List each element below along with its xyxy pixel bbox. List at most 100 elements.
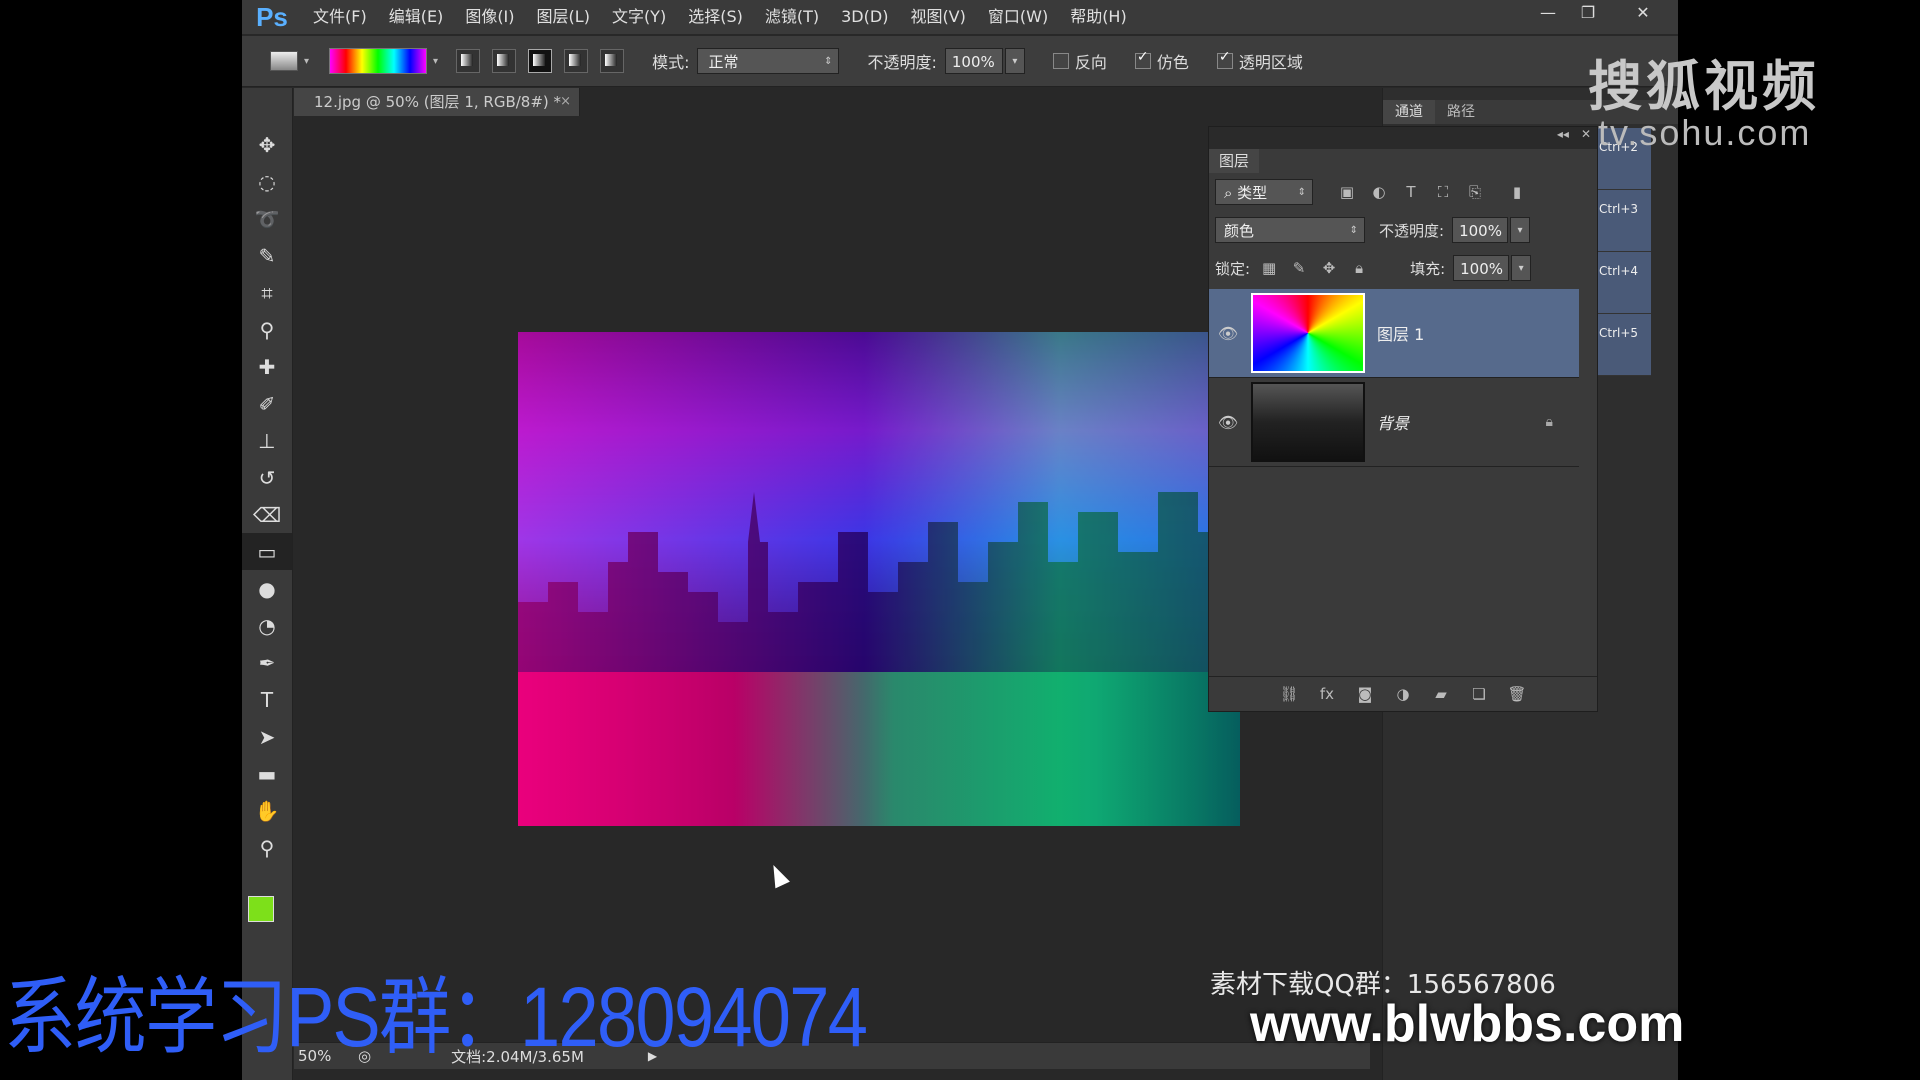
eye-icon[interactable]: 👁︎	[1209, 324, 1247, 343]
chevron-down-icon[interactable]: ▾	[433, 56, 438, 67]
lock-position-icon[interactable]: ✥	[1318, 257, 1340, 279]
type-tool-icon[interactable]: T	[242, 681, 292, 718]
mode-label: 模式:	[652, 53, 690, 72]
reflected-gradient-button[interactable]	[564, 49, 589, 73]
gradient-editor-swatch[interactable]	[329, 48, 428, 74]
layer-name[interactable]: 图层 1	[1377, 321, 1424, 345]
layer-thumbnail[interactable]	[1251, 382, 1365, 462]
mode-value: 正常	[708, 53, 739, 71]
channel-shortcut[interactable]: Ctrl+4	[1593, 252, 1651, 314]
eye-icon[interactable]: 👁︎	[1209, 413, 1247, 432]
close-icon[interactable]: ✕	[1581, 127, 1591, 149]
new-group-icon[interactable]: ▰	[1422, 685, 1460, 703]
city-photo-canvas[interactable]	[518, 332, 1240, 826]
layer-filter-select[interactable]: ⌕ 类型 ⇕	[1215, 179, 1313, 205]
foreground-color-swatch[interactable]	[248, 896, 274, 922]
menu-3d[interactable]: 3D(D)	[830, 0, 899, 34]
lasso-tool-icon[interactable]: ➰	[242, 200, 292, 237]
stamp-tool-icon[interactable]: ⊥	[242, 422, 292, 459]
adjustment-layer-icon[interactable]: ◑	[1384, 685, 1422, 703]
menu-type[interactable]: 文字(Y)	[601, 0, 677, 34]
menu-edit[interactable]: 编辑(E)	[378, 0, 455, 34]
layer-opacity-dropdown[interactable]: ▾	[1510, 217, 1531, 243]
shape-filter-icon[interactable]: ⛶	[1431, 180, 1455, 204]
channel-shortcut[interactable]: Ctrl+5	[1593, 314, 1651, 376]
mode-select[interactable]: 正常 ⇕	[697, 48, 840, 74]
menu-select[interactable]: 选择(S)	[677, 0, 754, 34]
menu-window[interactable]: 窗口(W)	[977, 0, 1059, 34]
dodge-tool-icon[interactable]: ◔	[242, 607, 292, 644]
blend-row: 颜色 ⇕ 不透明度: 100% ▾	[1215, 217, 1531, 243]
type-filter-icon[interactable]: T	[1399, 180, 1423, 204]
dither-checkbox[interactable]	[1134, 49, 1151, 69]
opacity-input[interactable]: 100%	[944, 48, 1003, 74]
transparency-checkbox[interactable]	[1216, 49, 1233, 69]
layer-opacity-input[interactable]: 100%	[1452, 217, 1509, 243]
tab-paths[interactable]: 路径	[1435, 100, 1487, 124]
marquee-tool-icon[interactable]: ◌	[242, 163, 292, 200]
close-button[interactable]: ✕	[1608, 0, 1678, 24]
menu-filter[interactable]: 滤镜(T)	[754, 0, 830, 34]
tab-layers[interactable]: 图层	[1209, 149, 1260, 173]
channel-shortcuts: Ctrl+2 Ctrl+3 Ctrl+4 Ctrl+5	[1593, 128, 1651, 376]
fill-dropdown[interactable]: ▾	[1511, 255, 1532, 281]
radial-gradient-button[interactable]	[492, 49, 517, 73]
crop-tool-icon[interactable]: ⌗	[242, 274, 292, 311]
layer-style-icon[interactable]: fx	[1308, 685, 1346, 703]
minimize-button[interactable]: —	[1528, 0, 1568, 24]
menu-layer[interactable]: 图层(L)	[526, 0, 601, 34]
collapse-icon[interactable]: ◂◂	[1557, 127, 1569, 149]
blend-mode-select[interactable]: 颜色 ⇕	[1215, 217, 1365, 243]
lock-all-icon[interactable]: 🔒︎	[1348, 257, 1370, 279]
adjustment-filter-icon[interactable]: ◐	[1367, 180, 1391, 204]
rectangle-tool-icon[interactable]: ▬	[242, 755, 292, 792]
history-brush-tool-icon[interactable]: ↺	[242, 459, 292, 496]
layer-row-layer-1[interactable]: 👁︎ 图层 1	[1209, 289, 1579, 378]
gradient-tool-icon[interactable]: ▭	[242, 533, 292, 570]
menu-help[interactable]: 帮助(H)	[1059, 0, 1138, 34]
menu-view[interactable]: 视图(V)	[899, 0, 976, 34]
move-tool-icon[interactable]: ✥	[242, 126, 292, 163]
lock-pixels-icon[interactable]: ✎	[1288, 257, 1310, 279]
restore-button[interactable]: ❐	[1568, 0, 1608, 24]
diamond-gradient-button[interactable]	[600, 49, 625, 73]
pixel-filter-icon[interactable]: ▣	[1335, 180, 1359, 204]
layer-thumbnail[interactable]	[1251, 293, 1365, 373]
quick-select-tool-icon[interactable]: ✎	[242, 237, 292, 274]
pen-tool-icon[interactable]: ✒	[242, 644, 292, 681]
opacity-dropdown[interactable]: ▾	[1004, 48, 1025, 74]
channel-shortcut[interactable]: Ctrl+3	[1593, 190, 1651, 252]
blend-mode-value: 颜色	[1224, 222, 1255, 240]
smart-object-filter-icon[interactable]: ⎘	[1463, 180, 1487, 204]
lock-transparent-icon[interactable]: ▦	[1258, 257, 1280, 279]
eyedropper-tool-icon[interactable]: ⚲	[242, 311, 292, 348]
healing-brush-tool-icon[interactable]: ✚	[242, 348, 292, 385]
menu-image[interactable]: 图像(I)	[454, 0, 525, 34]
angle-gradient-button[interactable]	[528, 49, 553, 73]
menu-bar: Ps 文件(F) 编辑(E) 图像(I) 图层(L) 文字(Y) 选择(S) 滤…	[242, 0, 1678, 34]
eraser-tool-icon[interactable]: ⌫	[242, 496, 292, 533]
close-icon[interactable]: ×	[560, 88, 571, 116]
add-mask-icon[interactable]: ◙	[1346, 685, 1384, 703]
lock-row: 锁定: ▦ ✎ ✥ 🔒︎ 填充: 100% ▾	[1215, 255, 1532, 281]
filter-toggle-icon[interactable]: ▮	[1505, 180, 1529, 204]
trash-icon[interactable]: 🗑︎	[1498, 685, 1536, 703]
layer-row-background[interactable]: 👁︎ 背景 🔒︎	[1209, 378, 1579, 467]
zoom-tool-icon[interactable]: ⚲	[242, 829, 292, 866]
link-layers-icon[interactable]: ⛓	[1270, 685, 1308, 703]
fill-input[interactable]: 100%	[1453, 255, 1510, 281]
tool-preset-picker[interactable]	[270, 51, 298, 71]
updown-arrow-icon: ⇕	[824, 56, 833, 67]
brush-tool-icon[interactable]: ✐	[242, 385, 292, 422]
chevron-down-icon[interactable]: ▾	[304, 56, 309, 67]
new-layer-icon[interactable]: ❏	[1460, 685, 1498, 703]
layer-name[interactable]: 背景	[1377, 410, 1409, 434]
hand-tool-icon[interactable]: ✋	[242, 792, 292, 829]
tab-channels[interactable]: 通道	[1383, 100, 1435, 124]
reverse-checkbox[interactable]	[1052, 53, 1069, 69]
menu-file[interactable]: 文件(F)	[302, 0, 378, 34]
blur-tool-icon[interactable]: ●	[242, 570, 292, 607]
document-tab[interactable]: 12.jpg @ 50% (图层 1, RGB/8#) * ×	[294, 88, 580, 116]
path-select-tool-icon[interactable]: ➤	[242, 718, 292, 755]
linear-gradient-button[interactable]	[456, 49, 481, 73]
